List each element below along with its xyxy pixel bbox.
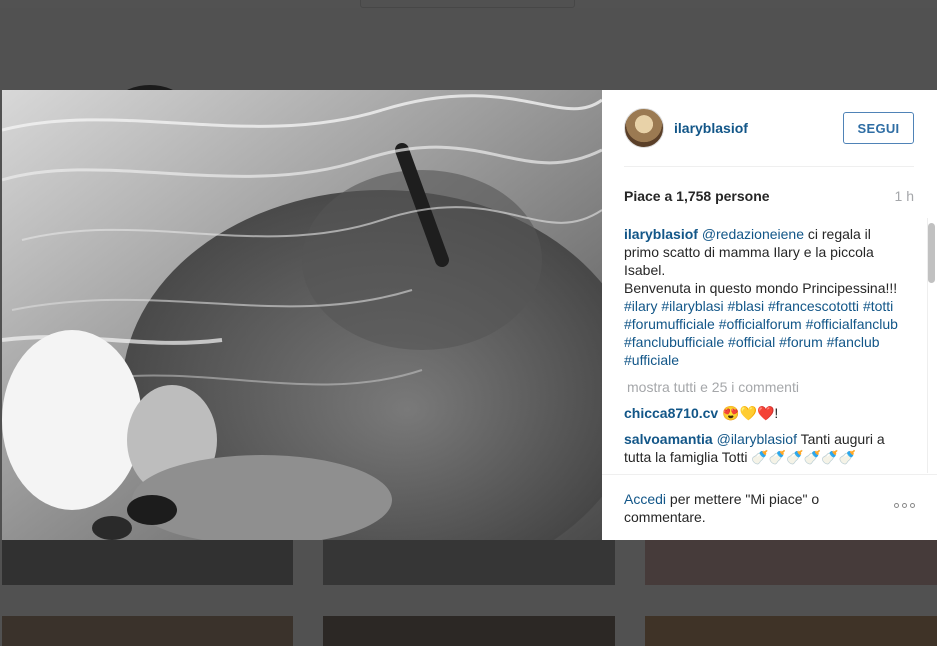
more-options-icon[interactable] (894, 503, 915, 508)
hashtag-link[interactable]: #officialforum (719, 316, 802, 332)
login-link[interactable]: Accedi (624, 491, 666, 507)
caption-author[interactable]: ilaryblasiof (624, 226, 698, 242)
hashtag-link[interactable]: #forumufficiale (624, 316, 715, 332)
caption-text: Benvenuta in questo mondo Principessina!… (624, 280, 898, 296)
comments-list: ilaryblasiof @redazioneiene ci regala il… (624, 225, 920, 473)
comments-scrollbar[interactable] (928, 223, 935, 283)
hashtag-link[interactable]: #totti (863, 298, 893, 314)
likes-count: Piace a 1,758 persone (624, 188, 770, 204)
post-photo-image (2, 90, 602, 540)
user-avatar[interactable] (624, 108, 664, 148)
hashtag-link[interactable]: #official (728, 334, 775, 350)
hashtag-link[interactable]: #ufficiale (624, 352, 679, 368)
comment-text: 😍💛❤️! (718, 405, 779, 421)
post-time[interactable]: 1 h (895, 188, 914, 204)
dot-icon (894, 503, 899, 508)
comment-author[interactable]: chicca8710.cv (624, 405, 718, 421)
login-prompt: Accedi per mettere "Mi piace" o commenta… (624, 490, 854, 526)
comment-mention[interactable]: @ilaryblasiof (717, 431, 797, 447)
post-header: ilaryblasiof SEGUI (624, 90, 914, 167)
comment-author[interactable]: salvoamantia (624, 431, 713, 447)
username-link[interactable]: ilaryblasiof (674, 120, 748, 136)
caption-mention[interactable]: @redazioneiene (702, 226, 804, 242)
follow-button[interactable]: SEGUI (843, 112, 914, 144)
likes-row: Piace a 1,758 persone 1 h (624, 188, 914, 204)
hashtag-link[interactable]: #fanclub (827, 334, 880, 350)
post-modal: ilaryblasiof SEGUI Piace a 1,758 persone… (2, 90, 937, 540)
hashtag-link[interactable]: #francescototti (768, 298, 859, 314)
comment-item: chicca8710.cv 😍💛❤️! (624, 404, 899, 422)
dot-icon (902, 503, 907, 508)
hashtag-link[interactable]: #ilary (624, 298, 657, 314)
post-footer: Accedi per mettere "Mi piace" o commenta… (602, 474, 937, 540)
post-side-panel: ilaryblasiof SEGUI Piace a 1,758 persone… (602, 90, 937, 540)
post-caption: ilaryblasiof @redazioneiene ci regala il… (624, 225, 904, 369)
post-photo (2, 90, 602, 540)
hashtag-link[interactable]: #forum (779, 334, 823, 350)
hashtag-link[interactable]: #blasi (728, 298, 765, 314)
show-all-comments-link[interactable]: mostra tutti e 25 i commenti (624, 378, 920, 396)
dot-icon (910, 503, 915, 508)
hashtag-link[interactable]: #fanclubufficiale (624, 334, 724, 350)
hashtag-link[interactable]: #ilaryblasi (661, 298, 723, 314)
hashtag-link[interactable]: #officialfanclub (806, 316, 898, 332)
comment-item: salvoamantia @ilaryblasiof Tanti auguri … (624, 430, 899, 466)
